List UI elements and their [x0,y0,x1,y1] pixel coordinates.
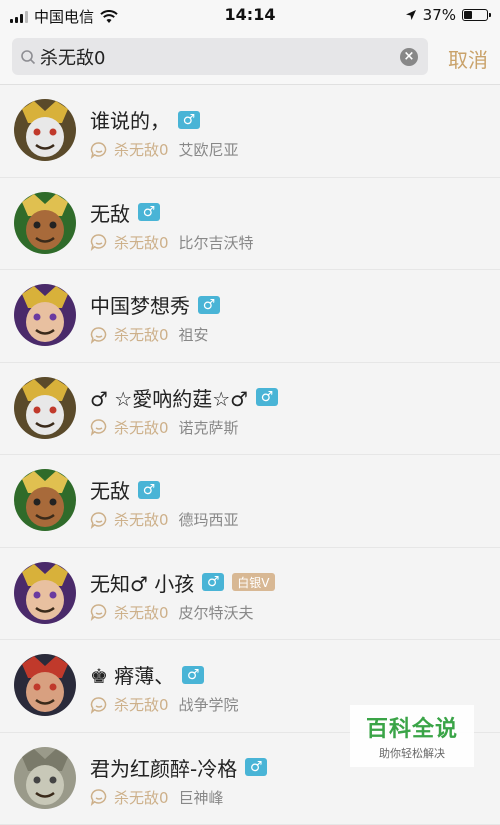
matched-keyword: 杀无敌0 [114,509,169,530]
server-region: 皮尔特沃夫 [179,602,254,623]
chat-bubble-icon [90,418,108,436]
result-row[interactable]: 中国梦想秀 ♂ 杀无敌0 祖安 [0,270,500,363]
matched-keyword: 杀无敌0 [114,232,169,253]
avatar[interactable] [14,654,76,716]
name-line: 君为红颜醉-冷格 ♂ [90,753,267,782]
player-name: ♂ ☆愛吶約莛☆♂ [90,383,248,412]
avatar[interactable] [14,377,76,439]
chat-bubble-icon [90,511,108,529]
player-name: 无敌 [90,475,130,504]
server-region: 祖安 [179,324,209,345]
sub-line: 杀无敌0 艾欧尼亚 [90,139,239,160]
avatar[interactable] [14,99,76,161]
watermark-logo: 百科全说 助你轻松解决 [350,705,474,767]
battery-percent: 37% [423,6,456,24]
server-region: 诺克萨斯 [179,417,239,438]
avatar[interactable] [14,562,76,624]
name-line: ♚ 瘠薄、 ♂ [90,660,204,689]
male-gender-icon: ♂ [202,573,224,591]
server-region: 战争学院 [179,694,239,715]
location-arrow-icon [405,9,417,21]
male-gender-icon: ♂ [198,296,220,314]
result-row[interactable]: 无敌 ♂ 杀无敌0 德玛西亚 [0,455,500,548]
chat-bubble-icon [90,603,108,621]
player-name: 君为红颜醉-冷格 [90,753,237,782]
sub-line: 杀无敌0 祖安 [90,324,209,345]
result-row[interactable]: ♂ ☆愛吶約莛☆♂ ♂ 杀无敌0 诺克萨斯 [0,363,500,456]
search-header: 杀无敌0 × 取消 [0,30,500,85]
chat-bubble-icon [90,696,108,714]
clear-icon[interactable]: × [400,48,418,66]
male-gender-icon: ♂ [138,203,160,221]
sub-line: 杀无敌0 皮尔特沃夫 [90,602,254,623]
player-name: 中国梦想秀 [90,290,190,319]
player-name: ♚ 瘠薄、 [90,660,174,689]
sub-line: 杀无敌0 巨神峰 [90,787,224,808]
chat-bubble-icon [90,141,108,159]
name-line: 无知♂ 小孩 ♂ 白银V [90,568,275,597]
server-region: 德玛西亚 [179,509,239,530]
server-region: 艾欧尼亚 [179,139,239,160]
sub-line: 杀无敌0 战争学院 [90,694,239,715]
avatar[interactable] [14,192,76,254]
player-name: 谁说的， [90,105,170,134]
male-gender-icon: ♂ [256,388,278,406]
result-row[interactable]: 无知♂ 小孩 ♂ 白银V 杀无敌0 皮尔特沃夫 [0,548,500,641]
name-line: 无敌 ♂ [90,475,160,504]
matched-keyword: 杀无敌0 [114,324,169,345]
chat-bubble-icon [90,326,108,344]
server-region: 巨神峰 [179,787,224,808]
name-line: 无敌 ♂ [90,198,160,227]
sub-line: 杀无敌0 诺克萨斯 [90,417,239,438]
watermark-title: 百科全说 [350,711,474,743]
sub-line: 杀无敌0 比尔吉沃特 [90,232,254,253]
name-line: 谁说的， ♂ [90,105,200,134]
result-row[interactable]: 谁说的， ♂ 杀无敌0 艾欧尼亚 [0,85,500,178]
cancel-button[interactable]: 取消 [448,44,488,73]
male-gender-icon: ♂ [138,481,160,499]
matched-keyword: 杀无敌0 [114,602,169,623]
player-name: 无知♂ 小孩 [90,568,194,597]
player-name: 无敌 [90,198,130,227]
search-input[interactable]: 杀无敌0 × [12,38,428,75]
sub-line: 杀无敌0 德玛西亚 [90,509,239,530]
avatar[interactable] [14,747,76,809]
matched-keyword: 杀无敌0 [114,139,169,160]
result-row[interactable]: 无敌 ♂ 杀无敌0 比尔吉沃特 [0,178,500,271]
matched-keyword: 杀无敌0 [114,694,169,715]
avatar[interactable] [14,284,76,346]
male-gender-icon: ♂ [178,111,200,129]
status-right: 37% [405,6,488,24]
search-icon [20,49,36,65]
watermark-subtitle: 助你轻松解决 [350,745,474,761]
name-line: 中国梦想秀 ♂ [90,290,220,319]
search-query[interactable]: 杀无敌0 [40,44,400,70]
name-line: ♂ ☆愛吶約莛☆♂ ♂ [90,383,278,412]
chat-bubble-icon [90,233,108,251]
server-region: 比尔吉沃特 [179,232,254,253]
matched-keyword: 杀无敌0 [114,787,169,808]
avatar[interactable] [14,469,76,531]
rank-badge: 白银V [232,573,274,591]
status-bar: 中国电信 14:14 37% [0,0,500,30]
male-gender-icon: ♂ [245,758,267,776]
male-gender-icon: ♂ [182,666,204,684]
battery-icon [462,9,488,21]
matched-keyword: 杀无敌0 [114,417,169,438]
